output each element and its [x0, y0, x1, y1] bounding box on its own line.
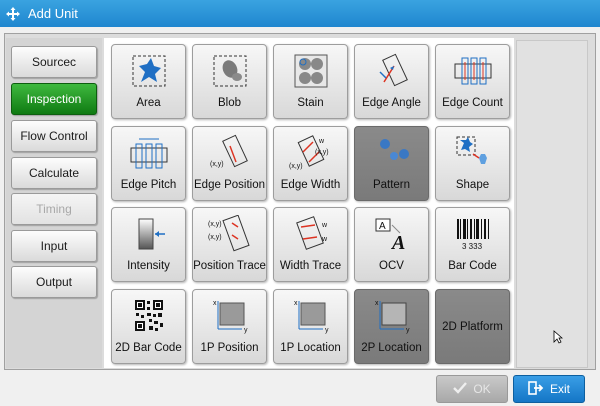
edge-pitch-icon	[127, 134, 171, 172]
shape-icon	[451, 134, 495, 172]
edge-count-icon	[451, 52, 495, 90]
tile-label: Edge Width	[280, 179, 341, 191]
exit-button[interactable]: Exit	[513, 375, 585, 403]
tile-label: Shape	[455, 179, 490, 191]
tile-2d-bar-code[interactable]: 2D Bar Code	[111, 289, 186, 364]
tile-shape[interactable]: Shape	[435, 126, 510, 201]
edge-width-icon: w (x,y) (x,y)	[289, 134, 333, 172]
title-bar: Add Unit	[0, 0, 600, 27]
exit-icon	[528, 380, 544, 398]
tile-label: Width Trace	[279, 260, 342, 272]
tile-label: 2D Platform	[442, 320, 503, 333]
2p-location-icon: x y	[370, 297, 414, 335]
sidebar-item-inspection[interactable]: Inspection	[11, 83, 97, 115]
stain-icon	[289, 52, 333, 90]
tile-label: Stain	[297, 97, 324, 109]
1p-position-icon: x y	[208, 297, 252, 335]
tile-stain[interactable]: Stain	[273, 44, 348, 119]
svg-text:y: y	[406, 327, 410, 334]
tile-label: Intensity	[127, 260, 170, 272]
tile-label: 1P Location	[280, 342, 341, 354]
tile-pattern[interactable]: Pattern	[354, 126, 429, 201]
window-title: Add Unit	[28, 6, 78, 21]
ok-label: OK	[473, 382, 491, 396]
move-icon	[0, 0, 26, 27]
sidebar-item-output[interactable]: Output	[11, 266, 97, 298]
edge-position-icon: (x,y)	[208, 134, 252, 172]
area-icon	[127, 52, 171, 90]
position-trace-icon: (x,y) (x,y)	[208, 215, 252, 253]
icon-text: (x,y)	[208, 221, 222, 228]
tile-label: Bar Code	[448, 260, 497, 272]
tile-blob[interactable]: Blob	[192, 44, 267, 119]
tile-label: Edge Position	[194, 179, 265, 191]
tile-edge-width[interactable]: w (x,y) (x,y) Edge Width	[273, 126, 348, 201]
check-icon	[453, 381, 468, 397]
tile-1p-position[interactable]: x y 1P Position	[192, 289, 267, 364]
tile-label: Pattern	[372, 179, 411, 191]
mouse-cursor-icon	[553, 330, 564, 349]
icon-text: 3 333	[462, 242, 483, 251]
tile-ocv[interactable]: A A OCV	[354, 207, 429, 282]
sidebar-item-flow-control[interactable]: Flow Control	[11, 120, 97, 152]
icon-text: w	[321, 236, 328, 243]
tile-bar-code[interactable]: 3 333 Bar Code	[435, 207, 510, 282]
pattern-icon	[370, 134, 414, 172]
edge-angle-icon	[370, 52, 414, 90]
tile-label: Edge Count	[442, 97, 503, 109]
1p-location-icon: x y	[289, 297, 333, 335]
tile-edge-count[interactable]: Edge Count	[435, 44, 510, 119]
tile-label: Position Trace	[193, 260, 266, 272]
icon-text: A	[390, 232, 405, 253]
svg-text:x: x	[213, 300, 217, 307]
exit-label: Exit	[549, 382, 570, 396]
blob-icon	[208, 52, 252, 90]
intensity-icon	[127, 215, 171, 253]
tile-label: 1P Position	[200, 342, 259, 354]
icon-text: (x,y)	[315, 149, 329, 156]
tile-1p-location[interactable]: x y 1P Location	[273, 289, 348, 364]
tile-2d-platform[interactable]: 2D Platform	[435, 289, 510, 364]
tile-intensity[interactable]: Intensity	[111, 207, 186, 282]
icon-text: w	[318, 138, 325, 145]
svg-text:y: y	[325, 327, 329, 334]
sidebar-item-timing[interactable]: Timing	[11, 193, 97, 225]
ocv-icon: A A	[370, 215, 414, 253]
empty-panel	[516, 40, 588, 368]
svg-text:x: x	[294, 300, 298, 307]
sidebar-item-calculate[interactable]: Calculate	[11, 157, 97, 189]
tile-label: Blob	[217, 97, 242, 109]
svg-text:y: y	[244, 327, 248, 334]
tile-label: Edge Angle	[362, 97, 421, 109]
tile-edge-angle[interactable]: Edge Angle	[354, 44, 429, 119]
ok-button[interactable]: OK	[436, 375, 508, 403]
icon-text: A	[379, 221, 386, 232]
svg-text:x: x	[375, 300, 379, 307]
tile-label: 2P Location	[361, 342, 422, 354]
tile-edge-pitch[interactable]: Edge Pitch	[111, 126, 186, 201]
tile-area[interactable]: Area	[111, 44, 186, 119]
tile-label: 2D Bar Code	[115, 342, 182, 354]
tile-label: OCV	[379, 260, 404, 272]
sidebar-item-input[interactable]: Input	[11, 230, 97, 262]
width-trace-icon: w w	[289, 215, 333, 253]
icon-text: w	[321, 222, 328, 229]
qr-code-icon	[127, 297, 171, 335]
tile-width-trace[interactable]: w w Width Trace	[273, 207, 348, 282]
tile-edge-position[interactable]: (x,y) Edge Position	[192, 126, 267, 201]
sidebar-item-source[interactable]: Sourcec	[11, 46, 97, 78]
tile-label: Area	[136, 97, 161, 109]
icon-text: (x,y)	[208, 234, 222, 241]
tile-position-trace[interactable]: (x,y) (x,y) Position Trace	[192, 207, 267, 282]
icon-text: (x,y)	[289, 163, 303, 170]
icon-text: (x,y)	[210, 161, 224, 168]
tile-label: Edge Pitch	[120, 179, 177, 191]
tile-2p-location[interactable]: x y 2P Location	[354, 289, 429, 364]
bar-code-icon: 3 333	[451, 215, 495, 253]
